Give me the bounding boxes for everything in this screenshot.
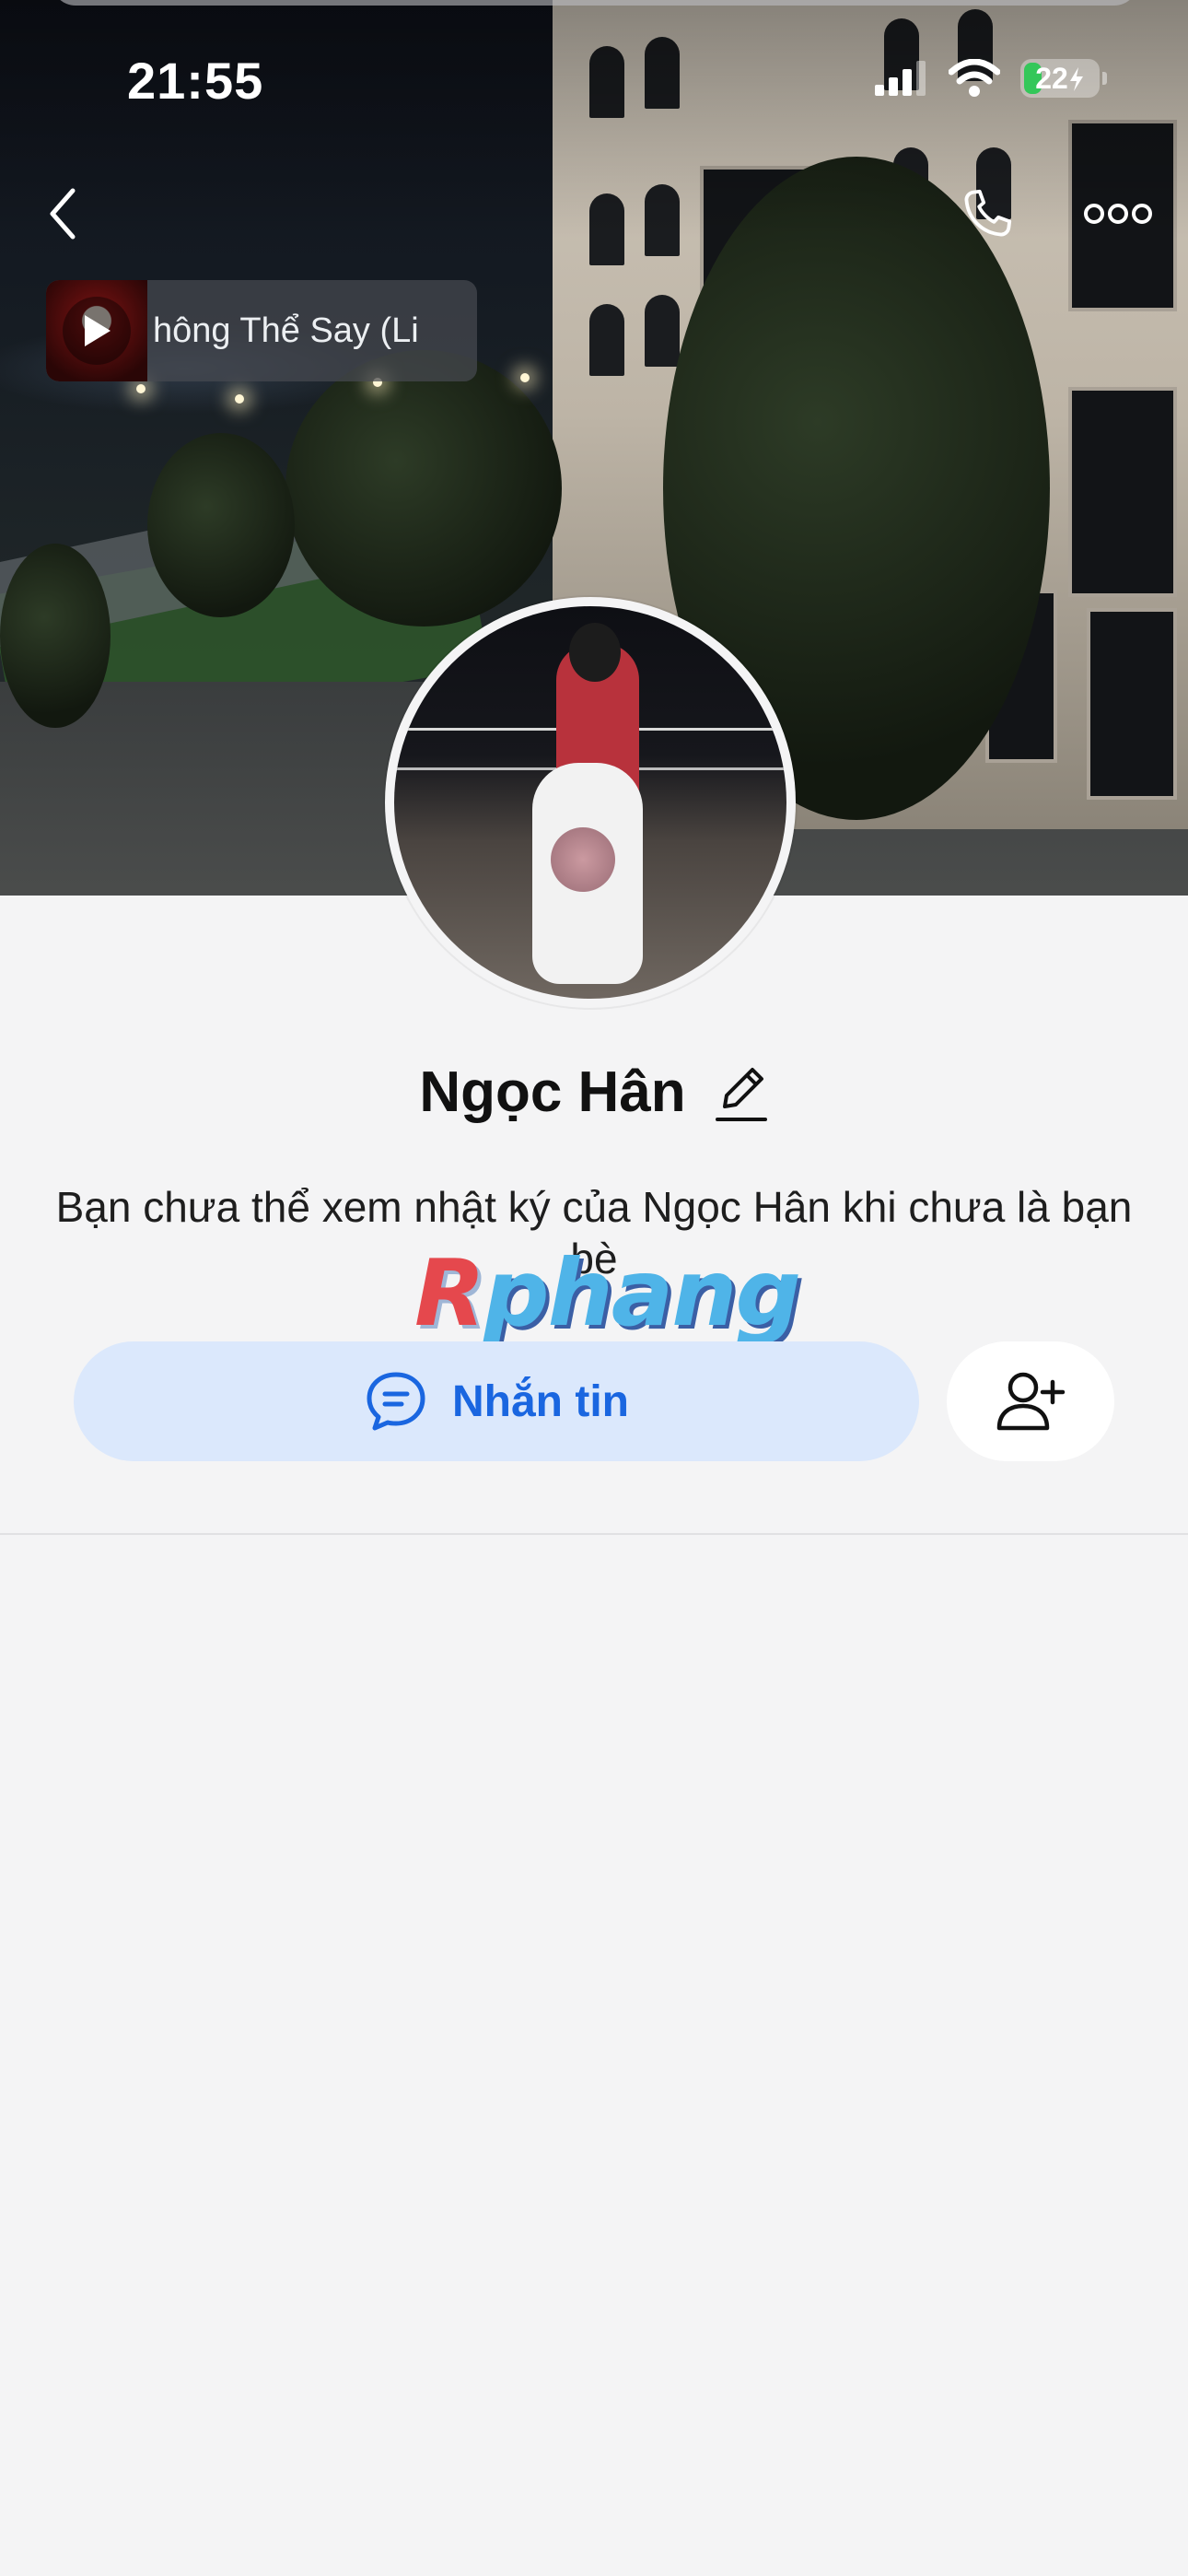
message-button-label: Nhắn tin [452, 1376, 629, 1426]
battery-level: 22 [1020, 62, 1100, 96]
cover-tree [147, 433, 295, 617]
cover-tree [285, 350, 562, 626]
signal-icon [875, 61, 926, 96]
more-icon [1084, 204, 1152, 224]
street-lamp [136, 384, 146, 393]
profile-name: Ngọc Hân [419, 1060, 686, 1124]
section-divider [0, 1533, 1188, 1535]
watermark-logo: Rphang [414, 1239, 801, 1347]
chat-icon [367, 1372, 425, 1431]
edit-nickname-button[interactable] [714, 1062, 769, 1123]
back-icon [50, 188, 76, 240]
profile-name-row: Ngọc Hân [0, 1060, 1188, 1125]
battery-indicator: 22 [1020, 59, 1107, 98]
wifi-icon [949, 59, 1000, 97]
more-options-button[interactable] [1079, 181, 1157, 247]
street-lamp [520, 373, 530, 382]
add-friend-icon [996, 1372, 1066, 1431]
avatar[interactable] [385, 597, 796, 1008]
back-button[interactable] [33, 181, 92, 247]
add-friend-button[interactable] [947, 1341, 1114, 1461]
bolt-icon [1069, 66, 1083, 91]
street-lamp [235, 394, 244, 404]
avatar-photo [394, 606, 786, 999]
play-button[interactable] [63, 297, 131, 365]
profile-music-player[interactable]: hông Thể Say (Li [46, 280, 477, 381]
message-button[interactable]: Nhắn tin [74, 1341, 919, 1461]
music-title: hông Thể Say (Li [153, 310, 419, 350]
status-icons: 22 [875, 59, 1107, 98]
cover-tree [0, 544, 111, 728]
music-cover-art [46, 280, 147, 381]
edit-icon [715, 1067, 767, 1121]
sheet-grabber [52, 0, 1138, 6]
play-icon [85, 315, 111, 346]
call-button[interactable] [949, 175, 1026, 252]
phone-icon [964, 189, 1012, 237]
status-time: 21:55 [127, 52, 264, 110]
